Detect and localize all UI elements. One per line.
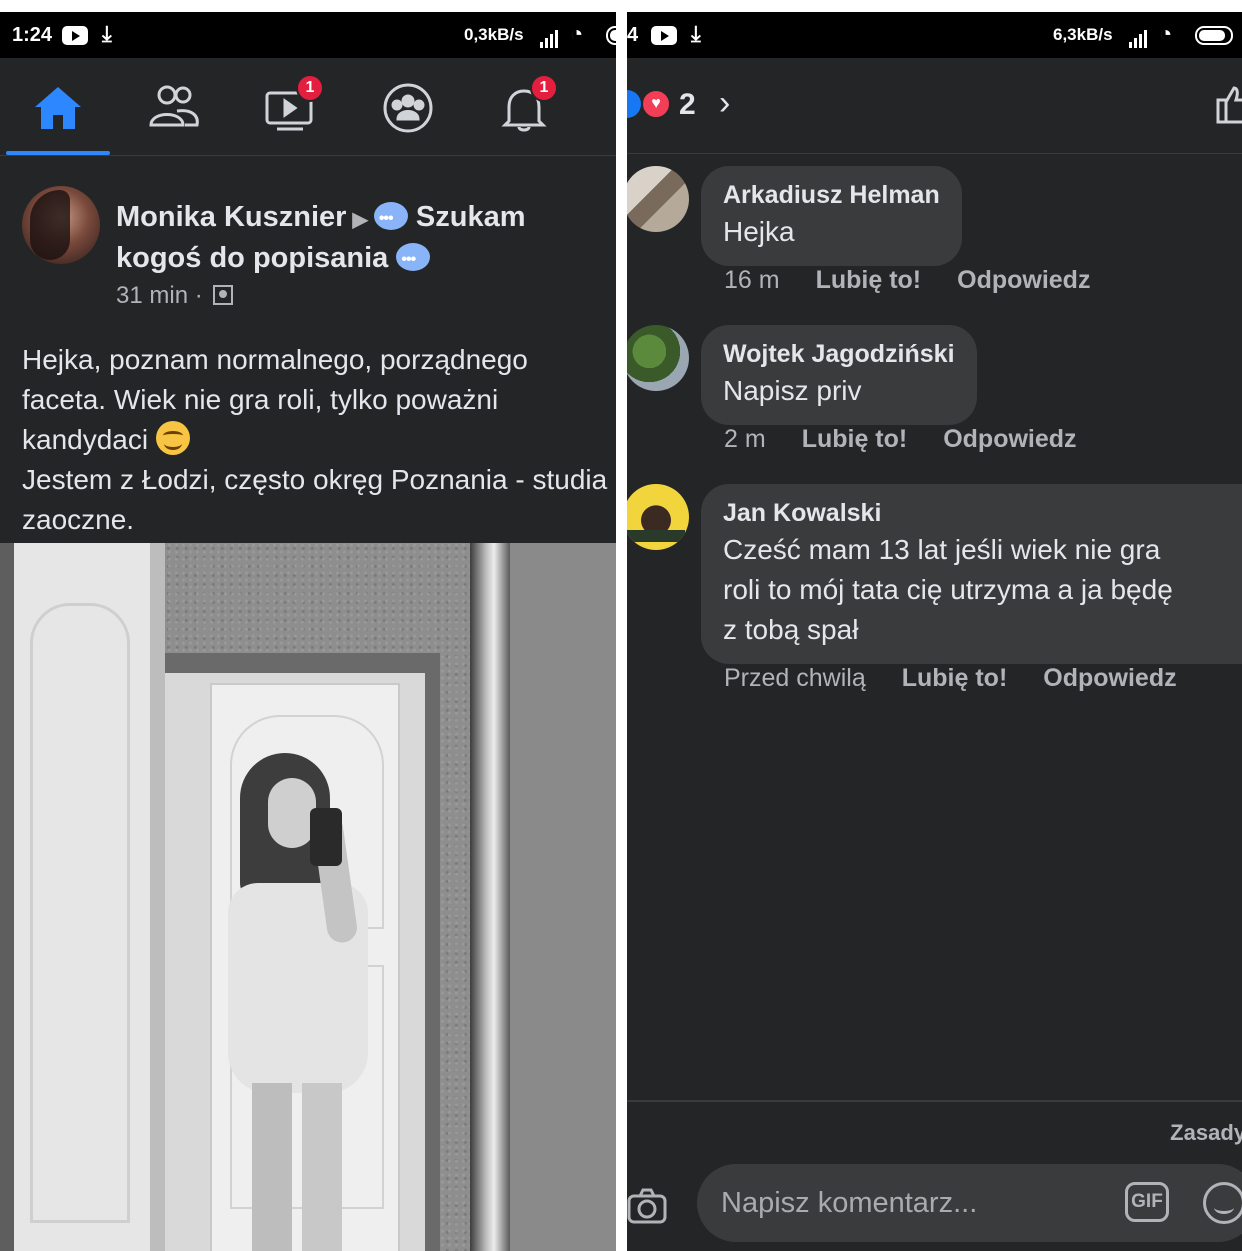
commenter-name[interactable]: Jan Kowalski: [723, 496, 1242, 530]
like-button[interactable]: Lubię to!: [802, 425, 908, 453]
home-icon: [35, 87, 81, 129]
download-icon: ⤓: [102, 21, 112, 46]
nav-home[interactable]: [8, 68, 108, 148]
author-name[interactable]: Monika Kusznier: [116, 201, 346, 233]
reactions-bar[interactable]: ♥ 2 ›: [627, 58, 1242, 154]
avatar[interactable]: [22, 186, 100, 264]
nav-friends[interactable]: [124, 68, 224, 148]
comment-bubble[interactable]: Arkadiusz Helman Hejka: [701, 166, 962, 266]
friends-icon: [149, 85, 199, 127]
post-photo[interactable]: [0, 543, 616, 1251]
speech-bubble-icon: [396, 241, 431, 279]
network-speed: 6,3kB/s: [1053, 25, 1113, 44]
nav-notifications[interactable]: [474, 68, 574, 148]
commenter-name[interactable]: Arkadiusz Helman: [723, 178, 940, 212]
comment-text: z tobą spał: [723, 614, 859, 645]
love-reaction-icon: ♥: [641, 89, 671, 119]
youtube-icon: [62, 26, 88, 45]
comment-actions: 16 m Lubię to! Odpowiedz: [724, 266, 1126, 295]
comment-text: roli to mój tata cię utrzyma a ja będę: [723, 574, 1173, 605]
top-navigation: 1 1: [0, 58, 616, 156]
youtube-icon: [651, 26, 677, 45]
post-line: zaoczne.: [22, 504, 135, 535]
post-line: faceta. Wiek nie gra roli, tylko poważni: [22, 384, 499, 415]
comment-time[interactable]: 2 m: [724, 425, 766, 453]
comment-bubble[interactable]: Jan Kowalski Cześć mam 13 lat jeśli wiek…: [701, 484, 1242, 664]
status-time: 1:24: [12, 24, 53, 46]
battery-icon: [1195, 26, 1233, 45]
post-line: kandydaci: [22, 424, 149, 455]
post-meta: 31 min ·: [116, 282, 234, 310]
like-button[interactable]: Lubię to!: [902, 664, 1008, 692]
rules-link[interactable]: Zasady: [1170, 1120, 1242, 1146]
gif-icon[interactable]: GIF: [1125, 1182, 1169, 1222]
download-icon: ⤓: [691, 21, 701, 46]
reply-button[interactable]: Odpowiedz: [957, 266, 1090, 294]
post-screen: 1:24 ⤓ 0,3kB/s ◔ 1 1 Monika Kusznier ▶••…: [0, 12, 616, 1251]
signal-icon: [540, 25, 560, 48]
arrow-icon: ▶: [352, 209, 368, 231]
status-time: 4: [627, 24, 639, 46]
smile-emoji-icon: [155, 421, 190, 455]
thumbs-up-icon[interactable]: [1216, 84, 1242, 124]
emoji-icon[interactable]: [1203, 1182, 1242, 1224]
comment-actions: Przed chwilą Lubię to! Odpowiedz: [724, 664, 1213, 693]
signal-icon: [1129, 25, 1149, 48]
avatar[interactable]: [627, 166, 689, 232]
active-tab-indicator: [6, 151, 110, 155]
nav-groups[interactable]: [358, 68, 458, 148]
comment-text: Napisz priv: [723, 375, 862, 406]
reaction-count: 2: [679, 88, 696, 121]
post-body: Hejka, poznam normalnego, porządnego fac…: [22, 340, 616, 540]
network-speed: 0,3kB/s: [464, 25, 524, 44]
comments-screen: 4 ⤓ 6,3kB/s ◔ ♥ 2 › Arkadiusz Helman Hej…: [627, 12, 1242, 1251]
post-title: Monika Kusznier▶ Szukam kogoś do popisan…: [116, 198, 606, 279]
like-reaction-icon: [627, 90, 641, 118]
wifi-icon: ◔: [570, 21, 584, 46]
speech-bubble-icon: [373, 200, 408, 238]
comment-text: Hejka: [723, 216, 795, 247]
post-line: Jestem z Łodzi, często okręg Poznania - …: [22, 464, 608, 495]
divider: [627, 1100, 1242, 1102]
comment-bubble[interactable]: Wojtek Jagodziński Napisz priv: [701, 325, 977, 425]
wifi-icon: ◔: [1159, 21, 1173, 46]
comment-text: Cześć mam 13 lat jeśli wiek nie gra: [723, 534, 1161, 565]
battery-icon: [606, 26, 616, 45]
watch-badge: 1: [296, 74, 324, 102]
reply-button[interactable]: Odpowiedz: [943, 425, 1076, 453]
post-time[interactable]: 31 min: [116, 282, 188, 309]
comment-time[interactable]: Przed chwilą: [724, 664, 866, 692]
nav-watch[interactable]: [240, 68, 340, 148]
status-bar: 4 ⤓ 6,3kB/s ◔: [627, 12, 1242, 58]
status-bar: 1:24 ⤓ 0,3kB/s ◔: [0, 12, 616, 58]
comment-time[interactable]: 16 m: [724, 266, 780, 294]
post-line: Hejka, poznam normalnego, porządnego: [22, 344, 528, 375]
group-icon: [213, 285, 234, 305]
comment-actions: 2 m Lubię to! Odpowiedz: [724, 425, 1113, 454]
screenshot-collage: 1:24 ⤓ 0,3kB/s ◔ 1 1 Monika Kusznier ▶••…: [0, 0, 1242, 1251]
notifications-badge: 1: [530, 74, 558, 102]
avatar[interactable]: [627, 325, 689, 391]
reply-button[interactable]: Odpowiedz: [1043, 664, 1176, 692]
chevron-right-icon: ›: [719, 84, 731, 122]
avatar[interactable]: [627, 484, 689, 550]
camera-icon[interactable]: [627, 1186, 667, 1226]
commenter-name[interactable]: Wojtek Jagodziński: [723, 337, 955, 371]
groups-icon: [383, 83, 433, 133]
like-button[interactable]: Lubię to!: [816, 266, 922, 294]
